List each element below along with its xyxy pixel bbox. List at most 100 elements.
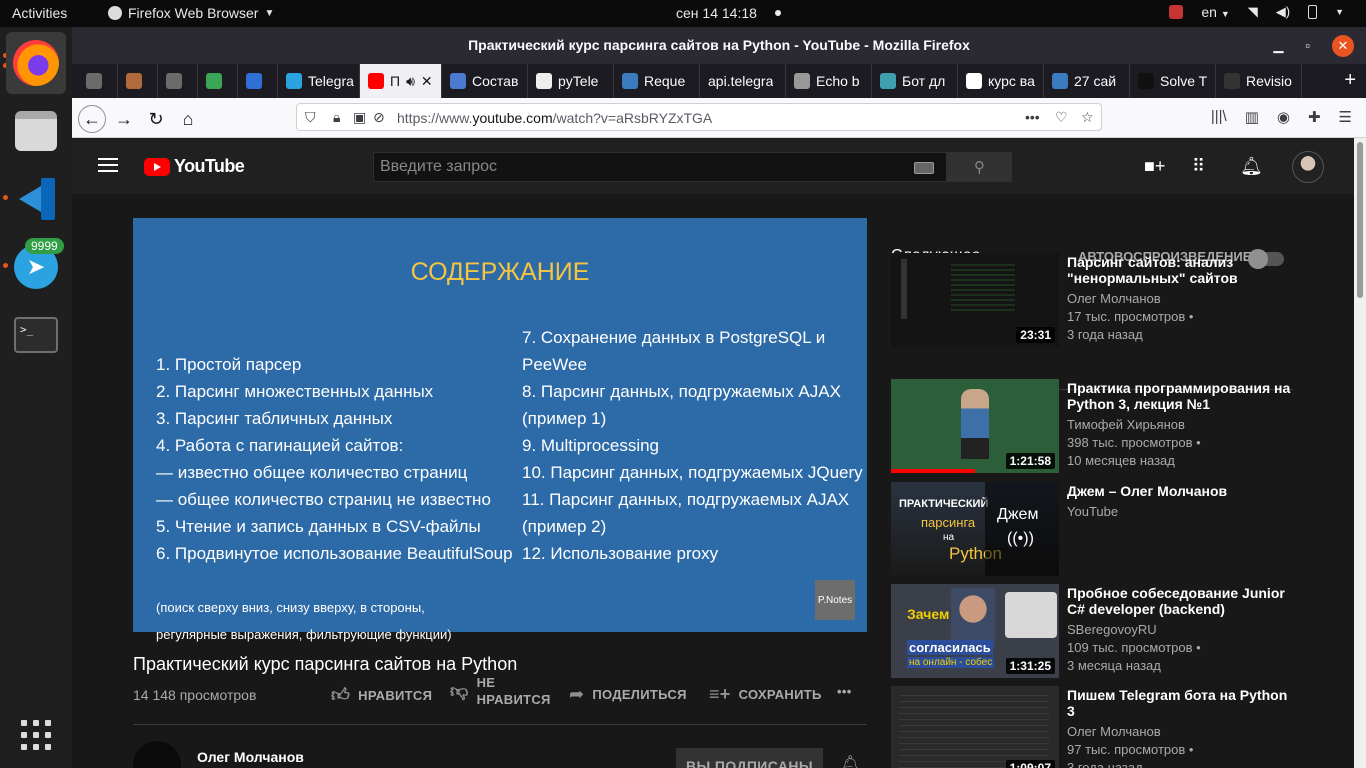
tab-close-icon[interactable]: ✕ — [421, 73, 433, 90]
video-thumbnail[interactable]: ПРАКТИЧЕСКИЙ парсинга на Python Джем ((•… — [891, 482, 1059, 576]
channel-avatar[interactable] — [133, 741, 181, 768]
maximize-icon[interactable]: ▫ — [1305, 27, 1310, 64]
app-menu[interactable]: Firefox Web Browser ▼ — [108, 5, 274, 21]
show-applications[interactable] — [6, 704, 66, 766]
page-actions-icon[interactable]: ••• — [1025, 109, 1040, 125]
create-video-icon[interactable]: ■+ — [1144, 156, 1165, 177]
library-icon[interactable]: |||\ — [1211, 108, 1227, 126]
url-bar[interactable]: ⛉ 🔒︎ ▣ ⊘ https://www.youtube.com/watch?v… — [296, 103, 1102, 131]
bookmark-star-icon[interactable]: ☆ — [1081, 109, 1094, 126]
tab-label: курс ва — [988, 73, 1035, 89]
sidebar-icon[interactable]: ▥ — [1245, 108, 1259, 126]
browser-tab[interactable]: Бот дл — [872, 64, 958, 98]
menu-icon[interactable]: ☰ — [1339, 108, 1352, 126]
tab-label: Telegra — [308, 73, 354, 89]
video-thumbnail[interactable]: 1:21:58 — [891, 379, 1059, 473]
browser-tab[interactable] — [78, 64, 118, 98]
back-arrow-icon[interactable]: ← — [78, 105, 106, 133]
guide-menu-icon[interactable] — [98, 158, 118, 172]
recommended-mix-card[interactable]: ПРАКТИЧЕСКИЙ парсинга на Python Джем ((•… — [891, 482, 1301, 576]
like-button[interactable]: 👍︎ НРАВИТСЯ — [331, 684, 432, 706]
browser-tab[interactable]: Telegra — [278, 64, 360, 98]
channel-watermark[interactable]: P.Notes — [815, 580, 855, 620]
forward-arrow-icon[interactable]: → — [110, 105, 138, 133]
close-window-icon[interactable]: ✕ — [1332, 35, 1354, 57]
scrollbar-thumb[interactable] — [1357, 142, 1363, 298]
permissions-icon[interactable]: ▣ — [353, 109, 366, 126]
clock[interactable]: сен 14 14:18 — [676, 5, 757, 21]
dock: ➤ 9999 >_ — [0, 27, 72, 768]
thumbnail-text: ПРАКТИЧЕСКИЙ — [899, 498, 989, 510]
new-tab-icon[interactable]: + — [1344, 69, 1356, 92]
browser-tab[interactable] — [158, 64, 198, 98]
video-thumbnail[interactable]: 1:09:07 — [891, 686, 1059, 768]
activities-button[interactable]: Activities — [12, 5, 67, 21]
screen-recorder-icon[interactable] — [1169, 5, 1184, 19]
browser-tab[interactable] — [238, 64, 278, 98]
video-thumbnail[interactable]: 23:31 — [891, 253, 1059, 347]
window-controls: ▁ ▫ ✕ — [1273, 27, 1354, 64]
minimize-icon[interactable]: ▁ — [1273, 27, 1283, 64]
app-menu-label: Firefox Web Browser — [128, 5, 259, 21]
video-thumbnail[interactable]: Зачем согласилась на онлайн - собес 1:31… — [891, 584, 1059, 678]
reload-icon[interactable]: ↻ — [142, 105, 170, 133]
url-text[interactable]: https://www.youtube.com/watch?v=aRsbRYZx… — [397, 110, 712, 126]
video-player[interactable]: СОДЕРЖАНИЕ 1. Простой парсер 2. Парсинг … — [133, 218, 867, 642]
browser-tab[interactable]: 27 сай — [1044, 64, 1130, 98]
browser-tab[interactable] — [118, 64, 158, 98]
pocket-icon[interactable]: ♡ — [1055, 109, 1068, 126]
apps-grid-icon[interactable]: ⠿ — [1192, 156, 1205, 177]
recommended-video-card[interactable]: 1:09:07 Пишем Telegram бота на Python 3 … — [891, 686, 1301, 768]
firefox-window: Практический курс парсинга сайтов на Pyt… — [72, 27, 1366, 768]
subscribed-button[interactable]: ВЫ ПОДПИСАНЫ — [676, 748, 823, 768]
recommended-video-card[interactable]: Зачем согласилась на онлайн - собес 1:31… — [891, 584, 1301, 678]
channel-notification-bell-icon[interactable]: 🔔︎ — [840, 754, 860, 768]
tab-audio-icon[interactable]: 🔊︎ — [406, 73, 415, 90]
tab-youtube-active[interactable]: П 🔊︎ ✕ — [360, 64, 442, 98]
browser-tab[interactable]: api.telegra — [700, 64, 786, 98]
recommended-video-channel[interactable]: SBeregovoyRU — [1067, 621, 1157, 639]
language-indicator[interactable]: en ▼ — [1201, 4, 1229, 20]
more-actions-button[interactable]: ••• — [837, 684, 852, 699]
dock-firefox[interactable] — [6, 32, 66, 94]
window-titlebar[interactable]: Практический курс парсинга сайтов на Pyt… — [72, 27, 1366, 64]
channel-name[interactable]: Олег Молчанов — [197, 749, 304, 765]
browser-tab[interactable]: курс ва — [958, 64, 1044, 98]
home-icon[interactable]: ⌂ — [174, 105, 202, 133]
dock-terminal[interactable]: >_ — [6, 304, 66, 366]
recommended-video-channel[interactable]: Тимофей Хирьянов — [1067, 416, 1185, 434]
recommended-video-age: 3 года назад — [1067, 327, 1143, 342]
account-icon[interactable]: ◉ — [1277, 108, 1290, 126]
search-button[interactable]: ⚲ — [947, 152, 1012, 182]
lock-icon[interactable]: 🔒︎ — [333, 109, 340, 126]
browser-tab[interactable]: Состав — [442, 64, 528, 98]
search-input[interactable] — [374, 153, 894, 181]
keyboard-icon[interactable] — [914, 162, 934, 174]
recommended-video-card[interactable]: 23:31 Парсинг сайтов: анализ "ненормальн… — [891, 253, 1301, 347]
recommended-video-channel[interactable]: Олег Молчанов — [1067, 723, 1161, 741]
recommended-video-card[interactable]: 1:21:58 Практика программирования на Pyt… — [891, 379, 1301, 473]
page-scrollbar[interactable] — [1354, 138, 1366, 768]
share-button[interactable]: ➦ ПОДЕЛИТЬСЯ — [569, 684, 687, 705]
autoplay-blocked-icon[interactable]: ⊘ — [373, 109, 385, 126]
notifications-bell-icon[interactable]: 🔔︎ — [1240, 156, 1263, 177]
recommended-video-channel[interactable]: Олег Молчанов — [1067, 290, 1161, 308]
browser-tab[interactable]: Revisio — [1216, 64, 1302, 98]
browser-tab[interactable]: pyTele — [528, 64, 614, 98]
extensions-icon[interactable]: ✚ — [1308, 108, 1321, 126]
browser-tab[interactable]: Solve T — [1130, 64, 1216, 98]
shield-icon[interactable]: ⛉ — [305, 109, 316, 126]
browser-tab[interactable]: Echo b — [786, 64, 872, 98]
save-button[interactable]: ≡+ СОХРАНИТЬ — [709, 684, 822, 705]
recommended-video-channel[interactable]: YouTube — [1067, 503, 1118, 521]
video-title: Практический курс парсинга сайтов на Pyt… — [133, 654, 518, 674]
dock-files[interactable] — [6, 100, 66, 162]
youtube-logo[interactable]: YouTube — [144, 156, 245, 177]
playlist-add-icon: ≡+ — [709, 684, 731, 704]
account-avatar[interactable] — [1292, 151, 1324, 183]
dislike-button[interactable]: 👎︎ НЕ НРАВИТСЯ — [450, 674, 551, 708]
dock-vscode[interactable] — [6, 168, 66, 230]
browser-tab[interactable]: Reque — [614, 64, 700, 98]
browser-tab[interactable] — [198, 64, 238, 98]
system-tray[interactable]: en ▼ ◥ ◀) ▼ — [1169, 4, 1344, 20]
